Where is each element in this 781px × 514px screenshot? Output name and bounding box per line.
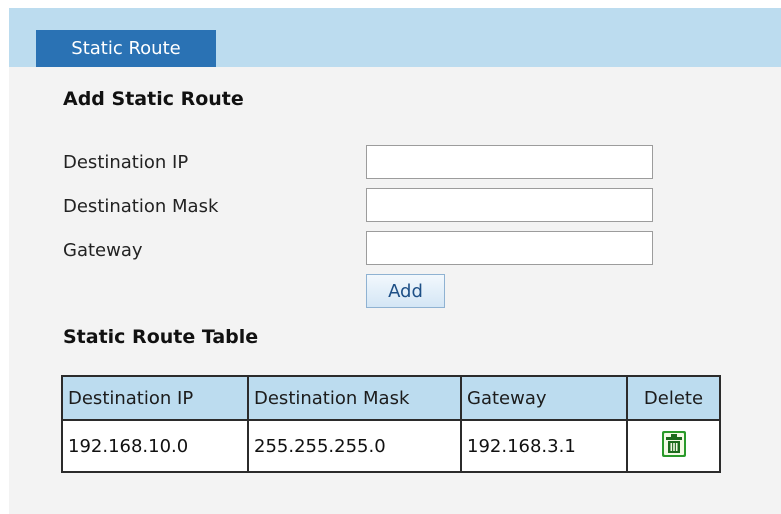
column-header-destination-mask: Destination Mask <box>247 375 462 421</box>
gateway-input[interactable] <box>366 231 653 265</box>
add-button[interactable]: Add <box>366 274 445 308</box>
tab-static-route[interactable]: Static Route <box>36 30 216 67</box>
table-row: 192.168.10.0 255.255.255.0 192.168.3.1 <box>61 419 721 473</box>
static-route-table-heading: Static Route Table <box>63 326 259 348</box>
static-route-panel: Static Route Add Static Route Destinatio… <box>9 8 781 514</box>
destination-mask-input[interactable] <box>366 188 653 222</box>
column-header-delete: Delete <box>626 375 721 421</box>
cell-gateway: 192.168.3.1 <box>460 419 628 473</box>
trash-icon[interactable] <box>661 430 686 462</box>
cell-destination-ip: 192.168.10.0 <box>61 419 249 473</box>
destination-mask-label: Destination Mask <box>63 196 219 217</box>
static-route-table: Destination IP Destination Mask Gateway … <box>61 375 721 473</box>
column-header-gateway: Gateway <box>460 375 628 421</box>
tab-bar: Static Route <box>9 8 781 67</box>
cell-delete <box>626 419 721 473</box>
cell-destination-mask: 255.255.255.0 <box>247 419 462 473</box>
destination-ip-input[interactable] <box>366 145 653 179</box>
add-static-route-heading: Add Static Route <box>63 88 244 110</box>
destination-ip-label: Destination IP <box>63 152 189 173</box>
gateway-label: Gateway <box>63 240 143 261</box>
column-header-destination-ip: Destination IP <box>61 375 249 421</box>
table-header-row: Destination IP Destination Mask Gateway … <box>61 375 721 421</box>
